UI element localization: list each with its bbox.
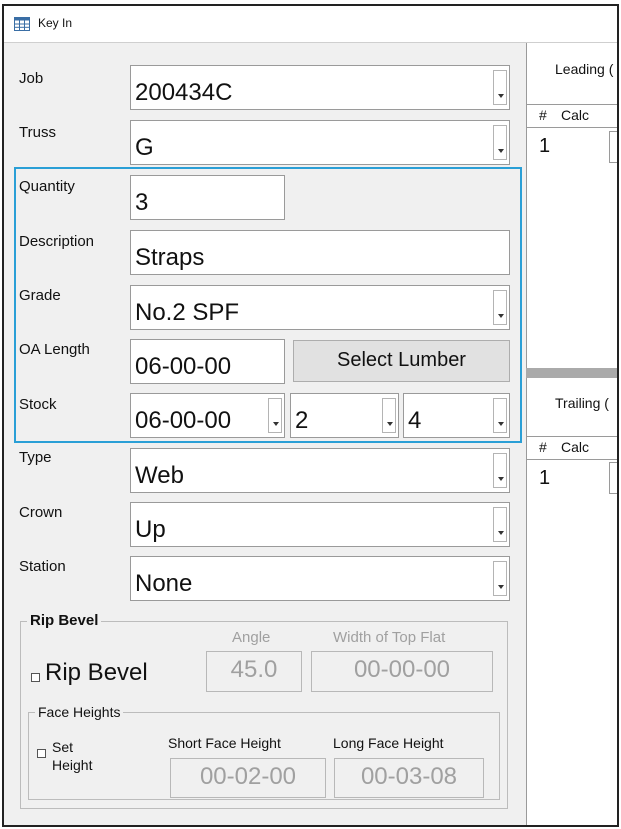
truss-value: G — [135, 134, 154, 161]
leading-row-calc[interactable] — [609, 131, 617, 163]
crown-label: Crown — [19, 504, 63, 521]
rip-bevel-group-label: Rip Bevel — [27, 612, 102, 629]
crown-select[interactable]: Up — [130, 502, 510, 547]
window-title: Key In — [38, 16, 73, 30]
grade-dropdown-arrow[interactable] — [493, 290, 507, 325]
long-face-height-value: 00-03-08 — [360, 763, 458, 790]
key-in-window: Key In Job 200434C Truss G Quantity 3 De… — [2, 4, 619, 827]
station-select[interactable]: None — [130, 556, 510, 601]
type-select[interactable]: Web — [130, 448, 510, 493]
trailing-row-num: 1 — [539, 467, 551, 489]
description-value: Straps — [135, 244, 205, 271]
leading-col-calc: Calc — [561, 107, 590, 123]
type-dropdown-arrow[interactable] — [493, 453, 507, 488]
stock-width-value: 4 — [408, 407, 422, 434]
truss-select[interactable]: G — [130, 120, 510, 165]
crown-dropdown-arrow[interactable] — [493, 507, 507, 542]
angle-label: Angle — [232, 629, 271, 646]
long-face-height-label: Long Face Height — [333, 735, 444, 751]
type-label: Type — [19, 449, 52, 466]
leading-panel: Leading ( # Calc 1 — [526, 43, 617, 368]
table-icon — [14, 17, 30, 31]
angle-input[interactable]: 45.0 — [206, 651, 302, 692]
description-input[interactable]: Straps — [130, 230, 510, 275]
trailing-col-num: # — [539, 439, 547, 455]
job-label: Job — [19, 70, 44, 87]
set-height-checkbox[interactable] — [37, 749, 46, 758]
grade-value: No.2 SPF — [135, 299, 240, 326]
top-flat-label: Width of Top Flat — [333, 629, 446, 646]
leading-col-num: # — [539, 107, 547, 123]
job-dropdown-arrow[interactable] — [493, 70, 507, 105]
stock-thickness-select[interactable]: 2 — [290, 393, 399, 438]
quantity-value: 3 — [135, 189, 149, 216]
stock-length-dropdown-arrow[interactable] — [268, 398, 282, 433]
description-label: Description — [19, 233, 95, 250]
short-face-height-value: 00-02-00 — [199, 763, 297, 790]
station-dropdown-arrow[interactable] — [493, 561, 507, 596]
station-label: Station — [19, 558, 66, 575]
rip-bevel-checkbox[interactable] — [31, 673, 40, 682]
face-heights-group: Face Heights Set Height Short Face Heigh… — [28, 704, 500, 800]
trailing-panel: Trailing ( # Calc 1 — [526, 378, 617, 825]
top-flat-input[interactable]: 00-00-00 — [311, 651, 493, 692]
stock-length-value: 06-00-00 — [135, 407, 232, 434]
stock-thickness-value: 2 — [295, 407, 309, 434]
short-face-height-input[interactable]: 00-02-00 — [170, 758, 326, 798]
job-select[interactable]: 200434C — [130, 65, 510, 110]
trailing-header: # Calc — [527, 436, 617, 460]
grade-select[interactable]: No.2 SPF — [130, 285, 510, 330]
stock-width-select[interactable]: 4 — [403, 393, 510, 438]
angle-value: 45.0 — [230, 656, 278, 683]
short-face-height-label: Short Face Height — [168, 735, 281, 751]
crown-value: Up — [135, 516, 166, 543]
stock-length-select[interactable]: 06-00-00 — [130, 393, 285, 438]
set-height-label-line1: Set — [52, 739, 74, 755]
stock-thickness-dropdown-arrow[interactable] — [382, 398, 396, 433]
oa-length-input[interactable]: 06-00-00 — [130, 339, 285, 384]
trailing-title: Trailing ( — [555, 395, 609, 411]
grade-label: Grade — [19, 287, 61, 304]
quantity-input[interactable]: 3 — [130, 175, 285, 220]
truss-dropdown-arrow[interactable] — [493, 125, 507, 160]
quantity-label: Quantity — [19, 178, 75, 195]
leading-row-num: 1 — [539, 135, 551, 157]
title-bar: Key In — [4, 6, 617, 43]
leading-title: Leading ( — [555, 61, 614, 77]
long-face-height-input[interactable]: 00-03-08 — [334, 758, 484, 798]
job-value: 200434C — [135, 79, 233, 106]
stock-label: Stock — [19, 396, 57, 413]
rip-bevel-group: Rip Bevel Rip Bevel Angle 45.0 Width of … — [20, 612, 508, 809]
top-flat-value: 00-00-00 — [353, 656, 451, 683]
oa-length-value: 06-00-00 — [135, 353, 232, 380]
trailing-row-calc[interactable] — [609, 462, 617, 494]
trailing-col-calc: Calc — [561, 439, 590, 455]
oa-length-label: OA Length — [19, 341, 90, 358]
face-heights-group-label: Face Heights — [35, 704, 124, 720]
panel-splitter[interactable] — [526, 368, 617, 378]
set-height-label-line2: Height — [52, 757, 93, 773]
leading-header: # Calc — [527, 104, 617, 128]
rip-bevel-checkbox-label: Rip Bevel — [45, 659, 148, 686]
truss-label: Truss — [19, 124, 56, 141]
stock-width-dropdown-arrow[interactable] — [493, 398, 507, 433]
type-value: Web — [135, 462, 184, 489]
select-lumber-button[interactable]: Select Lumber — [293, 340, 510, 382]
station-value: None — [135, 570, 193, 597]
